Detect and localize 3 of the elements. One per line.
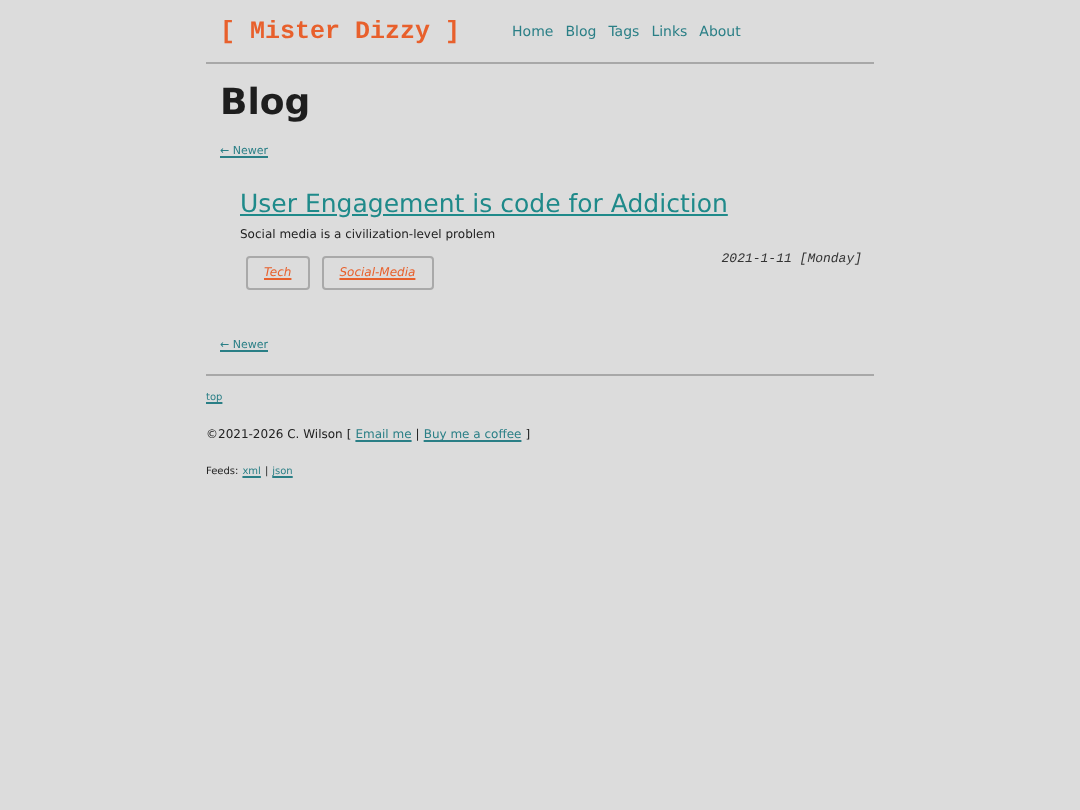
site-logo: [ Mister Dizzy ] [220,18,461,46]
page-heading: Blog [220,84,313,124]
post-title-link[interactable]: User Engagement is code for Addiction [240,188,728,218]
